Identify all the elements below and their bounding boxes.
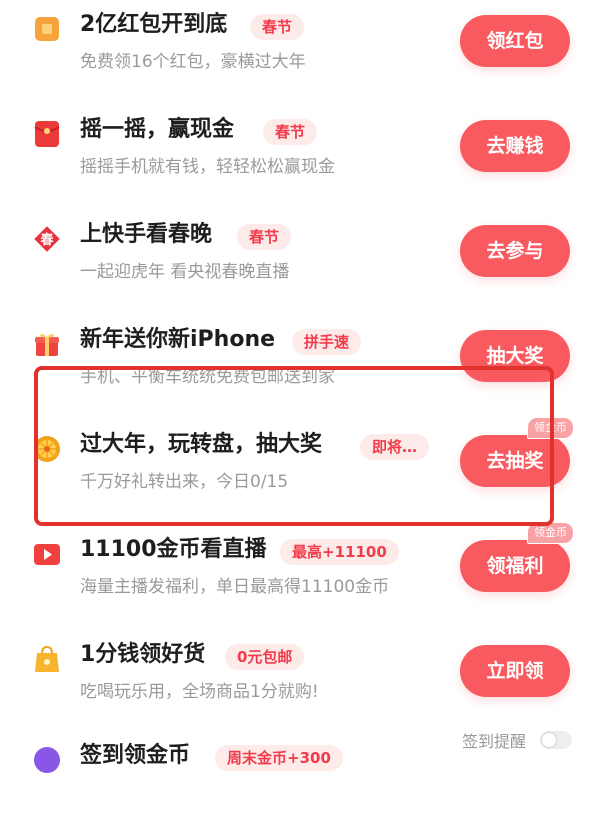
task-row-red-envelope: 2亿红包开到底 春节 免费领16个红包，豪横过大年 领红包 [0, 0, 590, 105]
task-row-lucky-wheel: 过大年，玩转盘，抽大奖 即将… 千万好礼转出来，今日0/15 去抽奖 领金币 [0, 417, 590, 525]
task-title: 签到领金币 [80, 743, 191, 768]
claim-now-button[interactable]: 立即领 [460, 645, 570, 697]
get-benefits-button[interactable]: 领福利 [460, 540, 570, 592]
lottery-button[interactable]: 去抽奖 [460, 435, 570, 487]
spring-festival-icon: 春 [34, 226, 60, 252]
task-subtitle: 手机、平衡车统统免费包邮送到家 [80, 367, 335, 387]
red-packet-icon [34, 121, 60, 147]
task-tag: 拼手速 [292, 329, 362, 355]
task-title: 11100金币看直播 [80, 537, 267, 562]
task-tag: 春节 [250, 14, 305, 40]
task-row-one-cent: 1分钱领好货 0元包邮 吃喝玩乐用，全场商品1分就购! 立即领 [0, 630, 590, 735]
task-row-iphone: 新年送你新iPhone 拼手速 手机、平衡车统统免费包邮送到家 抽大奖 [0, 315, 590, 420]
task-tag: 即将… [360, 434, 430, 460]
task-tag: 春节 [237, 224, 292, 250]
shopping-bag-icon [35, 645, 59, 672]
task-tag: 最高+11100 [280, 539, 399, 565]
gift-icon [35, 333, 59, 356]
checkin-reminder-label: 签到提醒 [462, 732, 527, 751]
task-title: 1分钱领好货 [80, 642, 206, 667]
task-title: 摇一摇，赢现金 [80, 117, 235, 142]
lucky-wheel-icon [34, 436, 60, 462]
task-subtitle: 免费领16个红包，豪横过大年 [80, 52, 306, 72]
live-stream-icon [34, 544, 60, 565]
checkin-reminder-toggle[interactable] [540, 731, 572, 749]
toggle-knob [542, 733, 556, 747]
task-tag: 周末金币+300 [215, 745, 343, 771]
task-tag: 0元包邮 [225, 644, 305, 670]
checkin-icon [34, 747, 60, 773]
task-subtitle: 海量主播发福利，单日最高得11100金币 [80, 577, 390, 597]
task-subtitle: 吃喝玩乐用，全场商品1分就购! [80, 682, 319, 702]
earn-money-button[interactable]: 去赚钱 [460, 120, 570, 172]
red-envelope-icon [35, 17, 59, 41]
task-title: 新年送你新iPhone [80, 327, 276, 352]
draw-prize-button[interactable]: 抽大奖 [460, 330, 570, 382]
task-row-shake: 摇一摇，赢现金 春节 摇摇手机就有钱，轻轻松松赢现金 去赚钱 [0, 105, 590, 210]
coin-badge: 领金币 [527, 522, 574, 544]
svg-text:春: 春 [39, 232, 54, 248]
coin-badge: 领金币 [527, 417, 574, 439]
task-title: 过大年，玩转盘，抽大奖 [80, 432, 323, 457]
task-title: 上快手看春晚 [80, 222, 213, 247]
task-row-live-stream: 11100金币看直播 最高+11100 海量主播发福利，单日最高得11100金币… [0, 522, 590, 630]
task-subtitle: 千万好礼转出来，今日0/15 [80, 472, 289, 492]
task-subtitle: 一起迎虎年 看央视春晚直播 [80, 262, 290, 282]
task-row-spring-gala: 春 上快手看春晚 春节 一起迎虎年 看央视春晚直播 去参与 [0, 210, 590, 315]
claim-red-envelope-button[interactable]: 领红包 [460, 15, 570, 67]
task-subtitle: 摇摇手机就有钱，轻轻松松赢现金 [80, 157, 335, 177]
task-tag: 春节 [263, 119, 318, 145]
join-gala-button[interactable]: 去参与 [460, 225, 570, 277]
task-title: 2亿红包开到底 [80, 12, 228, 37]
